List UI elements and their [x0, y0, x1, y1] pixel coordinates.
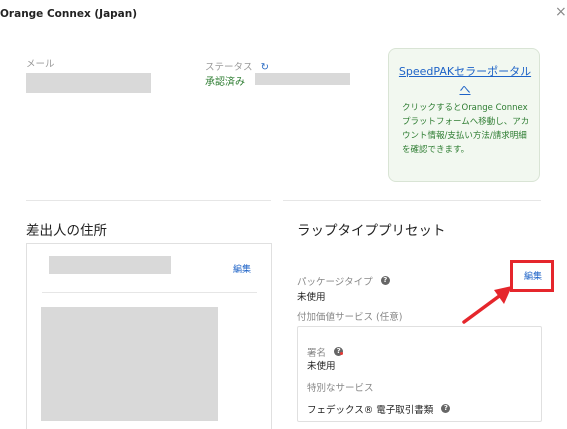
portal-description: クリックするとOrange Connexプラットフォームへ移動し、アカウント情報… — [402, 103, 530, 155]
window-title: Orange Connex (Japan) — [0, 8, 138, 20]
section-divider-right — [283, 200, 541, 201]
sender-address-redacted — [41, 307, 218, 421]
arrow-head — [494, 286, 512, 304]
refresh-icon[interactable]: ↻ — [261, 62, 269, 73]
red-arrow-annotation — [462, 286, 512, 324]
special-service-label: 特別なサービス — [307, 383, 374, 394]
help-icon[interactable]: ? — [441, 404, 451, 413]
help-icon[interactable]: ? — [380, 276, 390, 285]
status-header: ステータス ↻ — [205, 55, 269, 74]
email-label: メール — [26, 59, 55, 70]
sender-address-heading: 差出人の住所 — [26, 223, 107, 239]
value-added-label: 付加価値サービス (任意) — [297, 312, 403, 323]
email-value-redacted — [26, 73, 151, 93]
sender-edit-link[interactable]: 編集 — [233, 262, 251, 275]
status-detail-redacted — [255, 73, 350, 85]
seller-portal-link[interactable]: SpeedPAKセラーポータルへ — [397, 63, 533, 99]
wrap-preset-heading: ラップタイププリセット — [297, 223, 446, 239]
sender-inner-divider — [42, 292, 257, 293]
portal-card: SpeedPAKセラーポータルへ クリックするとOrange Connexプラッ… — [388, 48, 540, 182]
cursor-dot — [340, 352, 343, 355]
status-value: 承認済み — [205, 77, 245, 88]
special-service-value: フェデックス® 電子取引書類 — [307, 405, 434, 416]
special-service-row: フェデックス® 電子取引書類 ? — [307, 398, 451, 417]
arrow-shaft — [462, 292, 504, 324]
signature-value: 未使用 — [307, 361, 336, 372]
package-type-value: 未使用 — [297, 292, 326, 303]
package-type-label: パッケージタイプ — [297, 277, 373, 288]
section-divider-left — [26, 200, 271, 201]
close-icon[interactable]: × — [555, 4, 567, 20]
package-type-row: パッケージタイプ ? — [297, 270, 390, 289]
status-label: ステータス — [205, 62, 253, 73]
sender-name-redacted — [49, 256, 171, 274]
